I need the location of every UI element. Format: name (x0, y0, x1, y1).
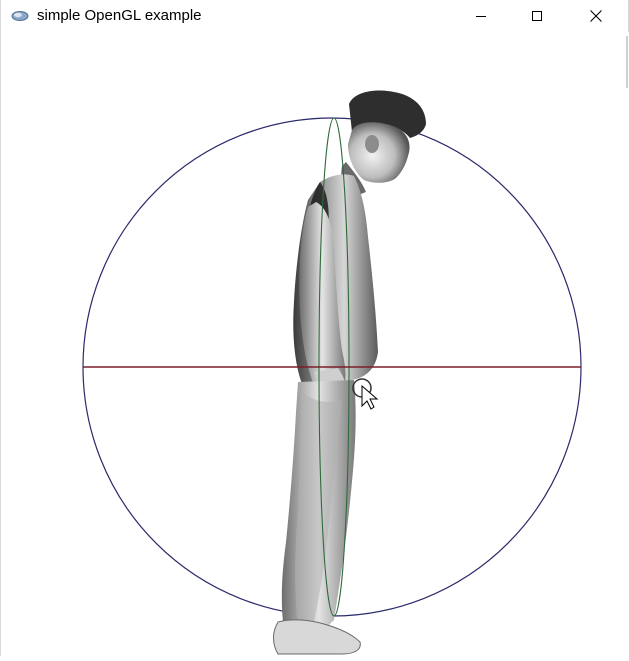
opengl-window: simple OpenGL example (0, 0, 629, 656)
app-icon (11, 11, 29, 21)
arrow-cursor-icon (352, 378, 379, 410)
window-title: simple OpenGL example (37, 7, 202, 24)
opengl-canvas[interactable] (2, 32, 629, 656)
title-bar[interactable]: simple OpenGL example (1, 0, 628, 32)
scene-render (82, 90, 582, 655)
close-icon (590, 10, 602, 22)
scrollbar[interactable] (621, 32, 629, 92)
minimize-icon (476, 16, 486, 17)
human-figure-model (273, 90, 426, 655)
close-button[interactable] (573, 0, 619, 32)
minimize-button[interactable] (458, 0, 504, 32)
scrollbar-track (626, 36, 628, 88)
maximize-button[interactable] (514, 0, 560, 32)
maximize-icon (532, 11, 542, 21)
